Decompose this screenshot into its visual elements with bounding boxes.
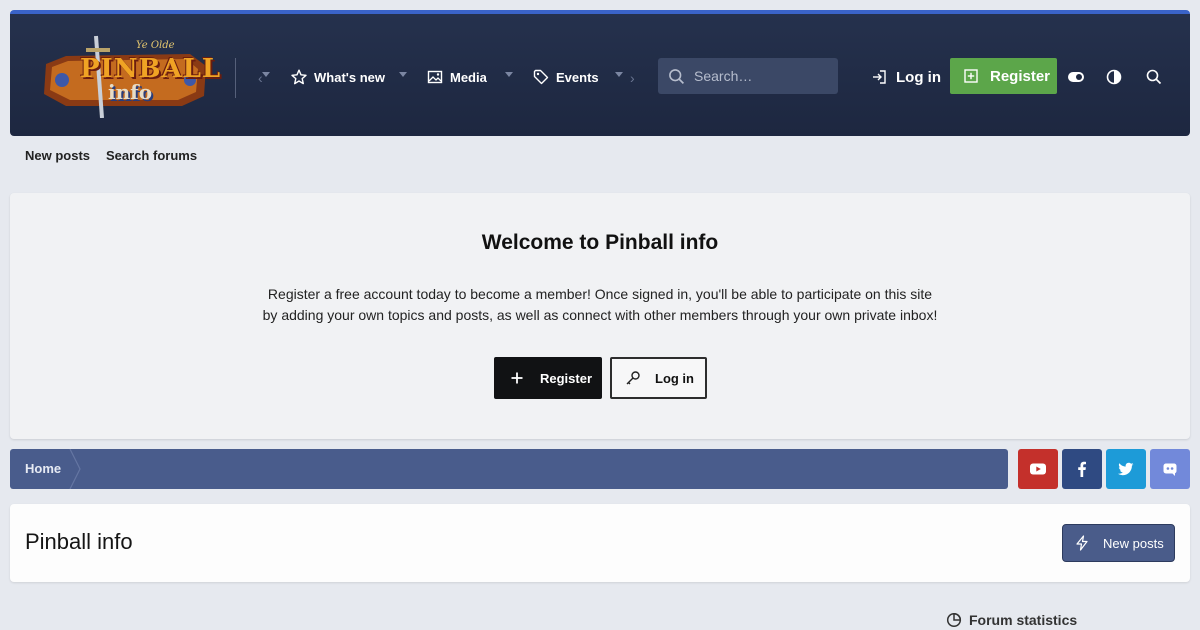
search-icon [669, 68, 685, 84]
new-posts-button-label: New posts [1103, 535, 1164, 551]
twitter-icon [1118, 462, 1134, 476]
search-forums-link[interactable]: Search forums [106, 148, 197, 163]
login-link-label: Log in [896, 68, 941, 86]
register-button-label: Register [990, 67, 1051, 85]
breadcrumb: Home [10, 449, 1008, 489]
welcome-login-button[interactable]: Log in [610, 357, 707, 399]
site-header: Ye Olde PINBALL info ‹ What's new Media … [10, 10, 1190, 136]
forum-statistics-heading: Forum statistics [946, 612, 1077, 628]
plus-square-icon [964, 69, 978, 83]
welcome-panel: Welcome to Pinball info Register a free … [10, 193, 1190, 439]
breadcrumb-home[interactable]: Home [25, 461, 61, 476]
twitter-button[interactable] [1106, 449, 1146, 489]
new-posts-button[interactable]: New posts [1062, 524, 1175, 562]
plus-icon [511, 372, 523, 384]
whats-new-dropdown-icon[interactable] [399, 72, 407, 77]
nav-events-label: Events [556, 69, 599, 85]
discord-icon [1163, 463, 1177, 476]
contrast-icon[interactable] [1105, 68, 1123, 86]
image-icon [427, 70, 443, 84]
welcome-login-label: Log in [655, 370, 694, 386]
media-dropdown-icon[interactable] [505, 72, 513, 77]
key-icon [626, 371, 640, 385]
tag-icon [533, 69, 549, 85]
nav-whats-new[interactable]: What's new [291, 66, 385, 88]
nav-scroll-right-icon[interactable]: › [630, 70, 635, 86]
toggle-icon[interactable] [1067, 68, 1085, 86]
breadcrumb-separator-icon [69, 449, 81, 489]
bolt-icon [1076, 535, 1088, 551]
nav-whats-new-label: What's new [314, 69, 385, 85]
welcome-title: Welcome to Pinball info [481, 231, 719, 254]
register-button[interactable]: Register [950, 58, 1057, 94]
star-icon [291, 69, 307, 85]
facebook-icon [1078, 461, 1086, 477]
search-input[interactable]: Search… [658, 58, 838, 94]
welcome-register-button[interactable]: Register [494, 357, 602, 399]
nav-divider [235, 58, 236, 98]
page-title-panel: Pinball info New posts [10, 504, 1190, 582]
nav-media[interactable]: Media [427, 66, 487, 88]
logo-small-text: Ye Olde [136, 40, 175, 51]
nav-media-label: Media [450, 69, 487, 85]
forum-statistics-label: Forum statistics [969, 612, 1078, 628]
facebook-button[interactable] [1062, 449, 1102, 489]
youtube-icon [1030, 463, 1046, 475]
welcome-register-label: Register [540, 370, 593, 386]
login-link[interactable]: Log in [871, 66, 941, 88]
site-logo[interactable]: Ye Olde PINBALL info [40, 34, 220, 119]
discord-button[interactable] [1150, 449, 1190, 489]
pie-chart-icon [946, 612, 962, 628]
page-title: Pinball info [25, 529, 133, 554]
chevron-down-icon [262, 72, 270, 77]
youtube-button[interactable] [1018, 449, 1058, 489]
search-icon[interactable] [1145, 68, 1163, 86]
logo-subtitle: info [108, 80, 153, 104]
sign-in-icon [873, 70, 886, 84]
events-dropdown-icon[interactable] [615, 72, 623, 77]
welcome-text: Register a free account today to become … [262, 286, 938, 323]
nav-events[interactable]: Events [533, 66, 599, 88]
search-placeholder: Search… [694, 68, 753, 84]
sub-navigation: New posts Search forums [25, 148, 197, 163]
new-posts-link[interactable]: New posts [25, 148, 90, 163]
